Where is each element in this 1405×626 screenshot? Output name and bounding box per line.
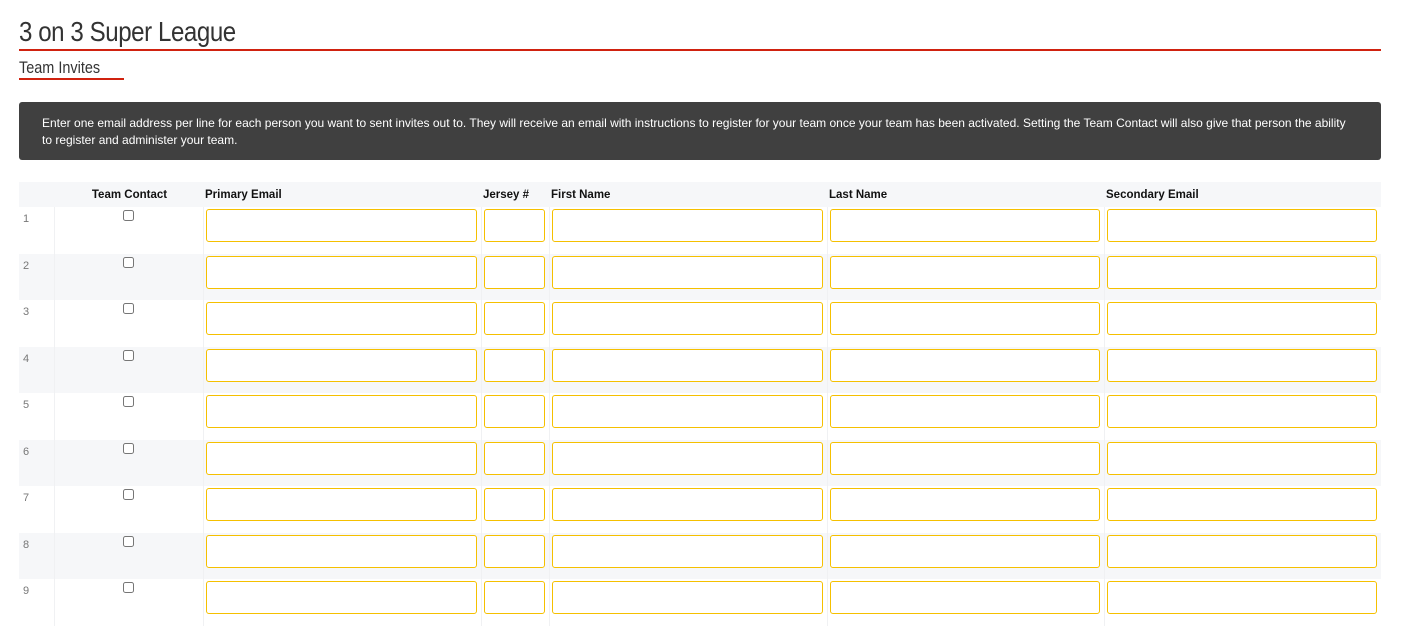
jersey-input[interactable] (483, 348, 545, 382)
jersey-input[interactable] (483, 255, 545, 289)
primary-email-input[interactable] (205, 441, 477, 475)
first-name-input[interactable] (551, 441, 823, 475)
page-title: 3 on 3 Super League (19, 16, 236, 47)
section-title: Team Invites (19, 58, 101, 77)
primary-email-input[interactable] (205, 302, 477, 335)
last-name-input[interactable] (829, 581, 1100, 614)
table-row: 1 (19, 207, 1381, 254)
row-number: 4 (19, 346, 54, 393)
first-name-input[interactable] (551, 488, 823, 521)
column-header-jersey: Jersey # (481, 182, 549, 207)
team-contact-checkbox[interactable] (123, 349, 134, 361)
jersey-input[interactable] (483, 488, 545, 521)
secondary-email-input[interactable] (1106, 395, 1377, 428)
secondary-email-input[interactable] (1106, 302, 1377, 335)
first-name-input[interactable] (551, 209, 823, 242)
row-number: 6 (19, 439, 54, 486)
team-contact-checkbox[interactable] (123, 256, 134, 268)
column-header-number (19, 182, 54, 207)
row-number: 3 (19, 300, 54, 347)
column-header-last-name: Last Name (827, 182, 1104, 207)
first-name-input[interactable] (551, 348, 823, 382)
first-name-input[interactable] (551, 395, 823, 428)
table-row: 7 (19, 486, 1381, 533)
secondary-email-input[interactable] (1106, 255, 1377, 289)
row-number: 2 (19, 253, 54, 300)
team-contact-checkbox[interactable] (123, 396, 134, 407)
jersey-input[interactable] (483, 209, 545, 242)
team-contact-checkbox[interactable] (123, 582, 134, 593)
row-number: 8 (19, 532, 54, 579)
table-header: Team Contact Primary Email Jersey # Firs… (19, 182, 1381, 207)
team-contact-checkbox[interactable] (123, 442, 134, 454)
secondary-email-input[interactable] (1106, 441, 1377, 475)
column-header-first-name: First Name (549, 182, 827, 207)
table-row: 9 (19, 579, 1381, 626)
last-name-input[interactable] (829, 209, 1100, 242)
table-row: 2 (19, 253, 1381, 300)
jersey-input[interactable] (483, 302, 545, 335)
table-row: 8 (19, 532, 1381, 579)
section-divider (19, 78, 124, 80)
last-name-input[interactable] (829, 255, 1100, 289)
team-contact-checkbox[interactable] (123, 535, 134, 547)
primary-email-input[interactable] (205, 255, 477, 289)
last-name-input[interactable] (829, 302, 1100, 335)
invites-table: Team Contact Primary Email Jersey # Firs… (19, 182, 1381, 626)
team-contact-checkbox[interactable] (123, 489, 134, 500)
first-name-input[interactable] (551, 255, 823, 289)
jersey-input[interactable] (483, 581, 545, 614)
secondary-email-input[interactable] (1106, 348, 1377, 382)
secondary-email-input[interactable] (1106, 488, 1377, 521)
table-row: 4 (19, 346, 1381, 393)
column-header-team-contact: Team Contact (54, 182, 203, 207)
team-contact-checkbox[interactable] (123, 210, 134, 221)
primary-email-input[interactable] (205, 209, 477, 242)
secondary-email-input[interactable] (1106, 209, 1377, 242)
first-name-input[interactable] (551, 302, 823, 335)
primary-email-input[interactable] (205, 395, 477, 428)
row-number: 1 (19, 207, 54, 254)
team-contact-checkbox[interactable] (123, 303, 134, 314)
first-name-input[interactable] (551, 581, 823, 614)
row-number: 7 (19, 486, 54, 533)
last-name-input[interactable] (829, 441, 1100, 475)
instructions-notice: Enter one email address per line for eac… (19, 102, 1381, 160)
row-number: 5 (19, 393, 54, 440)
row-number: 9 (19, 579, 54, 626)
table-row: 6 (19, 439, 1381, 486)
jersey-input[interactable] (483, 395, 545, 428)
last-name-input[interactable] (829, 488, 1100, 521)
primary-email-input[interactable] (205, 581, 477, 614)
primary-email-input[interactable] (205, 488, 477, 521)
table-row: 3 (19, 300, 1381, 347)
column-header-secondary-email: Secondary Email (1104, 182, 1381, 207)
jersey-input[interactable] (483, 441, 545, 475)
secondary-email-input[interactable] (1106, 581, 1377, 614)
primary-email-input[interactable] (205, 348, 477, 382)
title-divider (19, 49, 1381, 51)
column-header-primary-email: Primary Email (203, 182, 481, 207)
last-name-input[interactable] (829, 395, 1100, 428)
last-name-input[interactable] (829, 348, 1100, 382)
table-row: 5 (19, 393, 1381, 440)
